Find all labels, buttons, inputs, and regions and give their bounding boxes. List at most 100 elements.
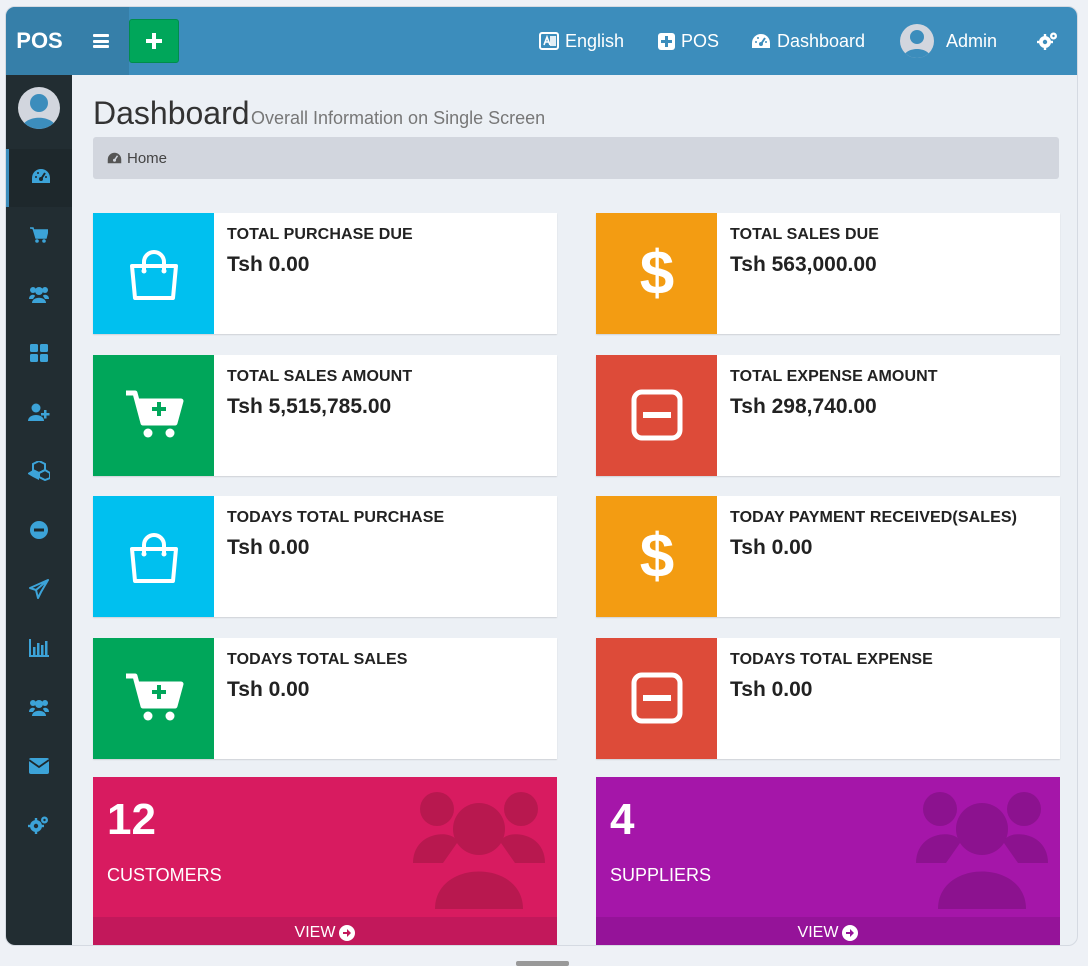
pos-link[interactable]: POS bbox=[658, 7, 719, 75]
user-name: Admin bbox=[946, 30, 998, 51]
info-box-value: Tsh 0.00 bbox=[730, 677, 813, 701]
users-icon bbox=[413, 787, 545, 914]
small-box-label: CUSTOMERS bbox=[107, 865, 222, 885]
dashboard-icon bbox=[752, 34, 770, 48]
info-box-label: TOTAL SALES DUE bbox=[730, 226, 880, 243]
sidebar-avatar[interactable] bbox=[18, 87, 60, 129]
sidebar-item-grid[interactable] bbox=[6, 326, 72, 384]
breadcrumb: Home bbox=[93, 137, 1059, 179]
dollar-icon: $ bbox=[596, 213, 717, 334]
brand-logo[interactable]: POS bbox=[6, 7, 73, 75]
envelope-icon bbox=[28, 757, 50, 779]
cubes-icon bbox=[28, 459, 51, 486]
bar-chart-icon bbox=[29, 638, 49, 662]
small-box-count: 4 bbox=[610, 795, 635, 844]
info-box: TOTAL EXPENSE AMOUNT Tsh 298,740.00 bbox=[596, 354, 1060, 476]
dashboard-link[interactable]: Dashboard bbox=[751, 7, 865, 75]
cart-icon bbox=[30, 226, 49, 248]
sidebar-item-envelope[interactable] bbox=[6, 739, 72, 797]
language-menu[interactable]: English bbox=[539, 7, 624, 75]
avatar bbox=[900, 24, 934, 58]
info-box-label: TODAYS TOTAL EXPENSE bbox=[730, 650, 933, 668]
plus-square-icon bbox=[658, 32, 675, 50]
info-box-value: Tsh 298,740.00 bbox=[730, 394, 877, 418]
info-box: TOTAL PURCHASE DUE Tsh 0.00 bbox=[93, 213, 557, 334]
info-box-value: Tsh 563,000.00 bbox=[730, 253, 877, 276]
small-box-customers: 12 CUSTOMERS VIEW bbox=[93, 777, 557, 945]
info-box-label: TOTAL EXPENSE AMOUNT bbox=[730, 367, 938, 385]
plus-icon bbox=[146, 33, 162, 49]
hamburger-icon bbox=[93, 34, 109, 48]
info-box-value: Tsh 0.00 bbox=[227, 536, 310, 559]
app-window: POS English POS Dashboard Admin Dashboar… bbox=[5, 6, 1078, 946]
sidebar-item-minus-circle[interactable] bbox=[6, 503, 72, 561]
sidebar-item-cart[interactable] bbox=[6, 208, 72, 266]
sidebar-item-users[interactable] bbox=[6, 267, 72, 325]
info-box-label: TODAYS TOTAL SALES bbox=[227, 650, 408, 668]
cart-plus-icon bbox=[93, 637, 214, 759]
view-link-label: VIEW bbox=[294, 924, 336, 941]
view-link[interactable]: VIEW bbox=[93, 917, 557, 945]
shopping-bag-icon bbox=[93, 213, 214, 334]
language-icon bbox=[539, 32, 559, 50]
info-box-label: TOTAL SALES AMOUNT bbox=[227, 367, 413, 385]
minus-square-icon bbox=[596, 354, 717, 476]
arrow-circle-right-icon bbox=[842, 925, 859, 941]
minus-square-icon bbox=[596, 637, 717, 759]
shopping-bag-icon bbox=[93, 496, 214, 617]
info-box-value: Tsh 0.00 bbox=[730, 536, 813, 559]
cart-plus-icon bbox=[93, 354, 214, 476]
add-button[interactable] bbox=[129, 19, 179, 63]
info-box: TOTAL SALES AMOUNT Tsh 5,515,785.00 bbox=[93, 354, 557, 476]
sidebar-item-cubes[interactable] bbox=[6, 444, 72, 502]
info-box: TODAYS TOTAL SALES Tsh 0.00 bbox=[93, 637, 557, 759]
dashboard-label: Dashboard bbox=[777, 30, 866, 51]
svg-text:$: $ bbox=[639, 525, 673, 589]
small-box-label: SUPPLIERS bbox=[610, 865, 712, 885]
page-subtitle: Overall Information on Single Screen bbox=[251, 108, 546, 128]
info-box: $ TODAY PAYMENT RECEIVED(SALES) Tsh 0.00 bbox=[596, 496, 1060, 617]
top-navbar: POS English POS Dashboard Admin bbox=[6, 7, 1077, 75]
main-content: Dashboard Overall Information on Single … bbox=[72, 75, 1077, 945]
language-label: English bbox=[565, 30, 625, 51]
user-plus-icon bbox=[28, 403, 50, 426]
view-link[interactable]: VIEW bbox=[596, 917, 1060, 945]
gears-icon bbox=[28, 815, 50, 840]
sidebar-item-bar-chart[interactable] bbox=[6, 621, 72, 679]
users-icon bbox=[29, 698, 49, 721]
dollar-icon: $ bbox=[596, 496, 717, 617]
dashboard-icon bbox=[31, 168, 51, 189]
user-menu[interactable]: Admin bbox=[900, 7, 997, 75]
minus-circle-icon bbox=[30, 520, 48, 544]
info-box-value: Tsh 0.00 bbox=[227, 677, 310, 701]
page-title: Dashboard bbox=[93, 95, 250, 131]
sidebar bbox=[6, 75, 72, 945]
gears-icon bbox=[1037, 32, 1057, 50]
info-box: TODAYS TOTAL EXPENSE Tsh 0.00 bbox=[596, 637, 1060, 759]
info-box-value: Tsh 0.00 bbox=[227, 253, 310, 276]
info-box: $ TOTAL SALES DUE Tsh 563,000.00 bbox=[596, 213, 1060, 334]
info-box-label: TOTAL PURCHASE DUE bbox=[227, 226, 413, 243]
users-icon bbox=[916, 787, 1048, 914]
svg-text:$: $ bbox=[639, 242, 673, 306]
users-icon bbox=[29, 285, 49, 308]
resize-handle[interactable] bbox=[516, 961, 569, 966]
info-box-value: Tsh 5,515,785.00 bbox=[227, 394, 392, 418]
sidebar-item-dashboard[interactable] bbox=[6, 149, 72, 207]
grid-icon bbox=[30, 343, 48, 367]
sidebar-item-users[interactable] bbox=[6, 680, 72, 738]
sidebar-toggle-button[interactable] bbox=[73, 7, 129, 75]
sidebar-item-gears[interactable] bbox=[6, 798, 72, 856]
pos-label: POS bbox=[681, 30, 720, 51]
sidebar-item-user-plus[interactable] bbox=[6, 385, 72, 443]
sidebar-item-paper-plane[interactable] bbox=[6, 562, 72, 620]
small-box-suppliers: 4 SUPPLIERS VIEW bbox=[596, 777, 1060, 945]
small-box-count: 12 bbox=[107, 795, 156, 844]
info-box: TODAYS TOTAL PURCHASE Tsh 0.00 bbox=[93, 496, 557, 617]
breadcrumb-home-link[interactable]: Home bbox=[127, 150, 167, 167]
arrow-circle-right-icon bbox=[339, 925, 356, 941]
info-box-label: TODAY PAYMENT RECEIVED(SALES) bbox=[730, 509, 1018, 526]
view-link-label: VIEW bbox=[797, 924, 839, 941]
settings-button[interactable] bbox=[1037, 7, 1059, 75]
dashboard-icon bbox=[107, 152, 122, 164]
